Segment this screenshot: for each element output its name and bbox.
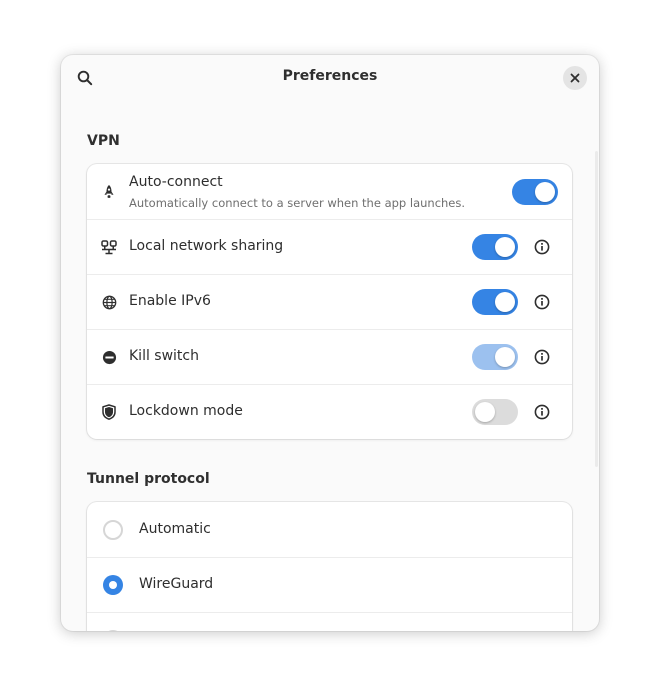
radio-row-wireguard[interactable]: WireGuard bbox=[87, 557, 572, 612]
kill-switch-label: Kill switch bbox=[129, 348, 199, 364]
automatic-label: Automatic bbox=[139, 520, 211, 537]
network-sharing-icon bbox=[101, 239, 117, 255]
enable-ipv6-info-button[interactable] bbox=[532, 292, 552, 312]
lockdown-mode-switch[interactable] bbox=[472, 399, 518, 425]
row-local-network-sharing[interactable]: Local network sharing bbox=[87, 219, 572, 274]
close-button[interactable] bbox=[563, 66, 587, 90]
window-title: Preferences bbox=[282, 68, 378, 84]
info-icon bbox=[534, 294, 550, 310]
auto-connect-switch[interactable] bbox=[512, 178, 558, 205]
rocket-icon bbox=[101, 184, 117, 200]
local-network-sharing-label: Local network sharing bbox=[129, 238, 284, 254]
auto-connect-description: Automatically connect to a server when t… bbox=[129, 196, 466, 210]
automatic-radio[interactable] bbox=[103, 519, 123, 540]
local-network-sharing-switch[interactable] bbox=[472, 234, 518, 260]
radio-row-automatic[interactable]: Automatic bbox=[87, 502, 572, 557]
auto-connect-label: Auto-connect bbox=[129, 174, 223, 190]
kill-switch-info-button[interactable] bbox=[532, 347, 552, 367]
lockdown-mode-label: Lockdown mode bbox=[129, 403, 243, 419]
wireguard-label: WireGuard bbox=[139, 576, 214, 592]
radio-row-next[interactable] bbox=[87, 612, 572, 631]
row-lockdown-mode[interactable]: Lockdown mode bbox=[87, 384, 572, 439]
close-icon bbox=[570, 73, 580, 83]
globe-icon bbox=[101, 294, 117, 310]
header-bar: Preferences bbox=[61, 55, 599, 101]
next-option-radio[interactable] bbox=[103, 630, 123, 631]
vpn-section-title: VPN bbox=[87, 133, 120, 149]
kill-switch-switch[interactable] bbox=[472, 344, 518, 370]
scrollbar[interactable] bbox=[595, 151, 598, 467]
tunnel-protocol-card: Automatic WireGuard bbox=[87, 502, 572, 631]
enable-ipv6-label: Enable IPv6 bbox=[129, 293, 211, 309]
local-network-sharing-info-button[interactable] bbox=[532, 237, 552, 257]
tunnel-protocol-section-title: Tunnel protocol bbox=[87, 471, 210, 487]
preferences-content[interactable]: VPN Auto-connect Automatically connect t… bbox=[61, 101, 599, 631]
shield-icon bbox=[101, 404, 117, 420]
wireguard-radio[interactable] bbox=[103, 575, 123, 595]
lockdown-mode-info-button[interactable] bbox=[532, 402, 552, 422]
info-icon bbox=[534, 239, 550, 255]
info-icon bbox=[534, 404, 550, 420]
row-auto-connect[interactable]: Auto-connect Automatically connect to a … bbox=[87, 164, 572, 219]
row-kill-switch[interactable]: Kill switch bbox=[87, 329, 572, 384]
row-enable-ipv6[interactable]: Enable IPv6 bbox=[87, 274, 572, 329]
block-icon bbox=[101, 349, 117, 365]
preferences-window: Preferences VPN Auto-connect Automatical… bbox=[61, 55, 599, 631]
info-icon bbox=[534, 349, 550, 365]
vpn-settings-card: Auto-connect Automatically connect to a … bbox=[87, 164, 572, 439]
enable-ipv6-switch[interactable] bbox=[472, 289, 518, 315]
